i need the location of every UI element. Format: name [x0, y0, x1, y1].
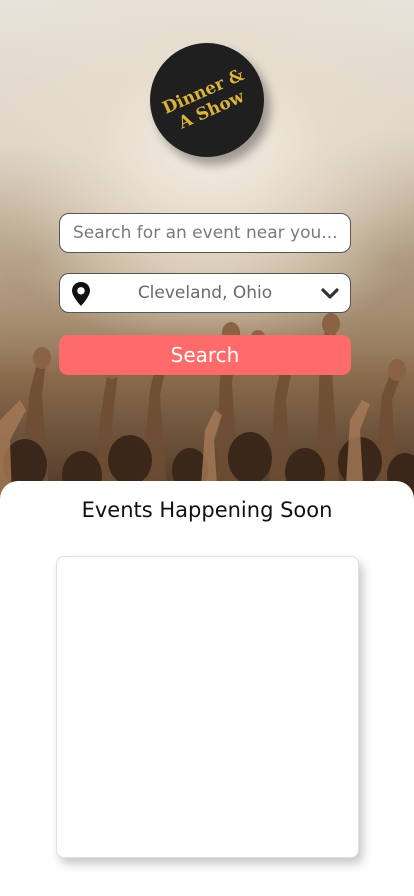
events-panel: Events Happening Soon [0, 481, 414, 896]
concert-crowd-image [0, 313, 414, 500]
map-pin-icon [72, 282, 90, 306]
home-screen: Dinner & A Show Cleveland, Ohio Search E… [0, 0, 414, 896]
logo-text: Dinner & A Show [159, 65, 255, 137]
search-button[interactable]: Search [59, 335, 351, 375]
chevron-down-icon[interactable] [321, 287, 339, 301]
selected-location: Cleveland, Ohio [137, 283, 273, 303]
event-card[interactable] [56, 556, 359, 858]
event-search-field[interactable] [59, 213, 351, 253]
dinner-and-a-show-logo: Dinner & A Show [150, 43, 264, 157]
location-dropdown[interactable]: Cleveland, Ohio [59, 273, 351, 313]
events-section-title: Events Happening Soon [81, 498, 333, 522]
event-search-input[interactable] [73, 223, 342, 243]
